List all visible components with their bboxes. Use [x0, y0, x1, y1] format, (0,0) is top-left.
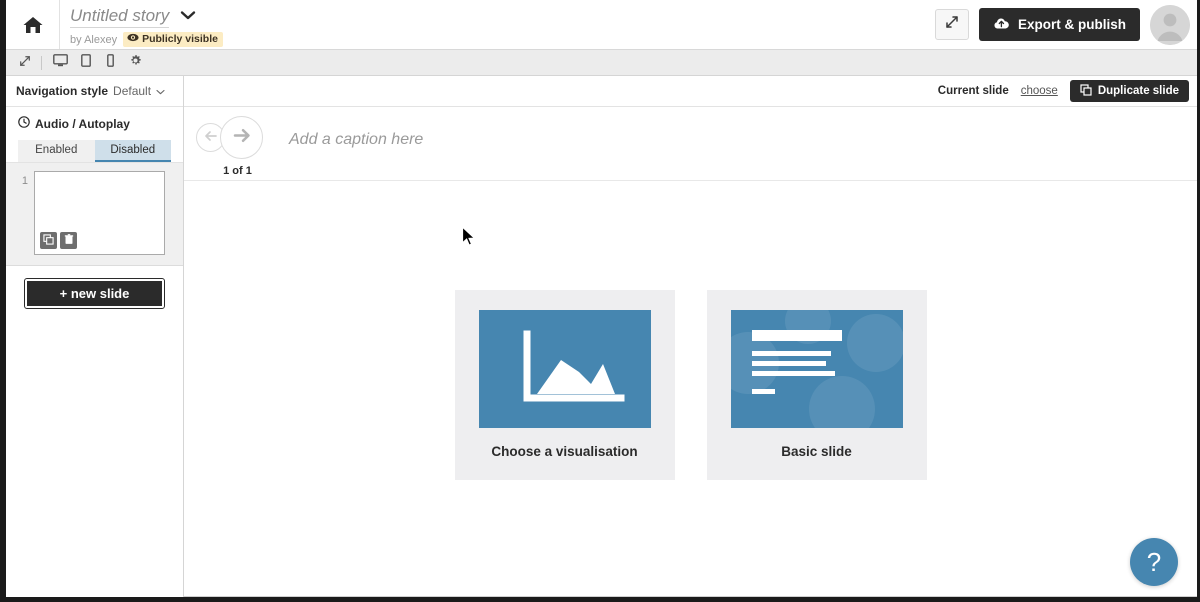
slide-arrow-group [196, 116, 289, 159]
tablet-icon [80, 53, 91, 72]
desktop-icon [53, 53, 68, 72]
device-tablet-button[interactable] [75, 52, 96, 74]
choose-visualisation-card[interactable]: Choose a visualisation [454, 289, 675, 480]
audio-autoplay-section: Audio / Autoplay Enabled Disabled [6, 107, 183, 163]
gear-icon [129, 54, 142, 72]
eye-icon [127, 33, 139, 45]
decor-line [751, 371, 835, 376]
mobile-icon [107, 53, 114, 72]
header-actions: Export & publish [935, 0, 1197, 49]
list-item: 1 [6, 171, 183, 255]
caption-input[interactable]: Add a caption here [289, 107, 423, 149]
title-zone: Untitled story by Alexey Publicly visibl… [60, 0, 223, 49]
status-badge-label: Publicly visible [142, 33, 218, 45]
export-publish-button[interactable]: Export & publish [979, 8, 1140, 41]
app-header: Untitled story by Alexey Publicly visibl… [6, 0, 1197, 50]
slide-navigation: 1 of 1 [184, 107, 289, 177]
title-row: Untitled story [70, 6, 223, 28]
slide-thumbnail-actions [40, 232, 77, 249]
text-slide-icon [730, 310, 903, 428]
toolbar-divider [41, 55, 42, 70]
settings-button[interactable] [125, 52, 146, 74]
expand-arrows-icon [19, 54, 31, 72]
slide-delete-button[interactable] [60, 232, 77, 249]
clock-icon [18, 116, 30, 131]
toolbar-resize-button[interactable] [14, 52, 35, 74]
slide-actions-bar: Current slide choose Duplicate slide [184, 76, 1197, 107]
slide-number: 1 [21, 175, 28, 187]
choose-link[interactable]: choose [1021, 85, 1058, 97]
export-publish-label: Export & publish [1018, 17, 1126, 32]
device-buttons [50, 52, 146, 74]
area-chart-icon [478, 310, 651, 428]
decor-line [751, 389, 775, 394]
audio-disabled-button[interactable]: Disabled [94, 140, 171, 162]
device-toolbar [6, 50, 1197, 76]
arrow-left-icon [204, 129, 218, 147]
app-body: Navigation style Default Audio / Autopla… [6, 76, 1197, 597]
trash-icon [64, 232, 74, 250]
slide-counter: 1 of 1 [223, 165, 252, 177]
home-button[interactable] [6, 0, 60, 49]
story-editor-app: Untitled story by Alexey Publicly visibl… [0, 0, 1200, 602]
decor-line [751, 361, 826, 366]
slide-duplicate-button[interactable] [40, 232, 57, 249]
duplicate-slide-button[interactable]: Duplicate slide [1069, 80, 1189, 102]
new-slide-button[interactable]: + new slide [24, 278, 165, 309]
chevron-down-icon[interactable] [179, 8, 197, 26]
cloud-upload-icon [993, 17, 1010, 33]
copy-icon [43, 232, 54, 250]
device-mobile-button[interactable] [100, 52, 121, 74]
meta-row: by Alexey Publicly visible [70, 32, 223, 47]
audio-enabled-button[interactable]: Enabled [18, 140, 95, 162]
author-byline: by Alexey [70, 33, 118, 46]
status-badge[interactable]: Publicly visible [123, 32, 223, 47]
decor-line [751, 330, 842, 341]
audio-autoplay-label: Audio / Autoplay [35, 116, 130, 131]
decor-line [751, 351, 831, 356]
basic-slide-label: Basic slide [781, 444, 852, 459]
slide-canvas: Choose a visualisation Basic slide [184, 181, 1197, 597]
fullscreen-button[interactable] [935, 9, 969, 40]
decor-circle [808, 376, 875, 428]
decor-circle [846, 314, 903, 372]
expand-arrows-icon [945, 15, 959, 34]
home-icon [22, 15, 44, 35]
question-mark-icon: ? [1146, 546, 1162, 577]
main-panel: Current slide choose Duplicate slide 1 o… [184, 76, 1197, 597]
user-avatar-icon [1150, 4, 1190, 45]
story-title-input[interactable]: Untitled story [70, 6, 170, 28]
basic-slide-card[interactable]: Basic slide [706, 289, 927, 480]
choose-visualisation-label: Choose a visualisation [491, 444, 638, 459]
audio-autoplay-toggle: Enabled Disabled [18, 140, 171, 162]
caption-bar: 1 of 1 Add a caption here [184, 107, 1197, 181]
chevron-down-icon [156, 84, 165, 98]
next-slide-button[interactable] [220, 116, 263, 159]
navigation-style-value: Default [113, 84, 152, 98]
arrow-right-icon [232, 127, 252, 149]
sidebar: Navigation style Default Audio / Autopla… [6, 76, 184, 597]
navigation-style-selector[interactable]: Navigation style Default [6, 76, 183, 107]
device-desktop-button[interactable] [50, 52, 71, 74]
current-slide-label: Current slide [937, 85, 1009, 97]
navigation-style-label: Navigation style [16, 84, 109, 98]
duplicate-slide-label: Duplicate slide [1097, 85, 1179, 97]
help-button[interactable]: ? [1130, 538, 1178, 586]
audio-autoplay-heading: Audio / Autoplay [18, 116, 171, 131]
avatar[interactable] [1150, 4, 1190, 45]
slide-thumbnail[interactable] [34, 171, 165, 255]
new-slide-wrapper: + new slide [6, 266, 183, 309]
slides-list: 1 [6, 163, 183, 266]
copy-icon [1080, 83, 1092, 99]
